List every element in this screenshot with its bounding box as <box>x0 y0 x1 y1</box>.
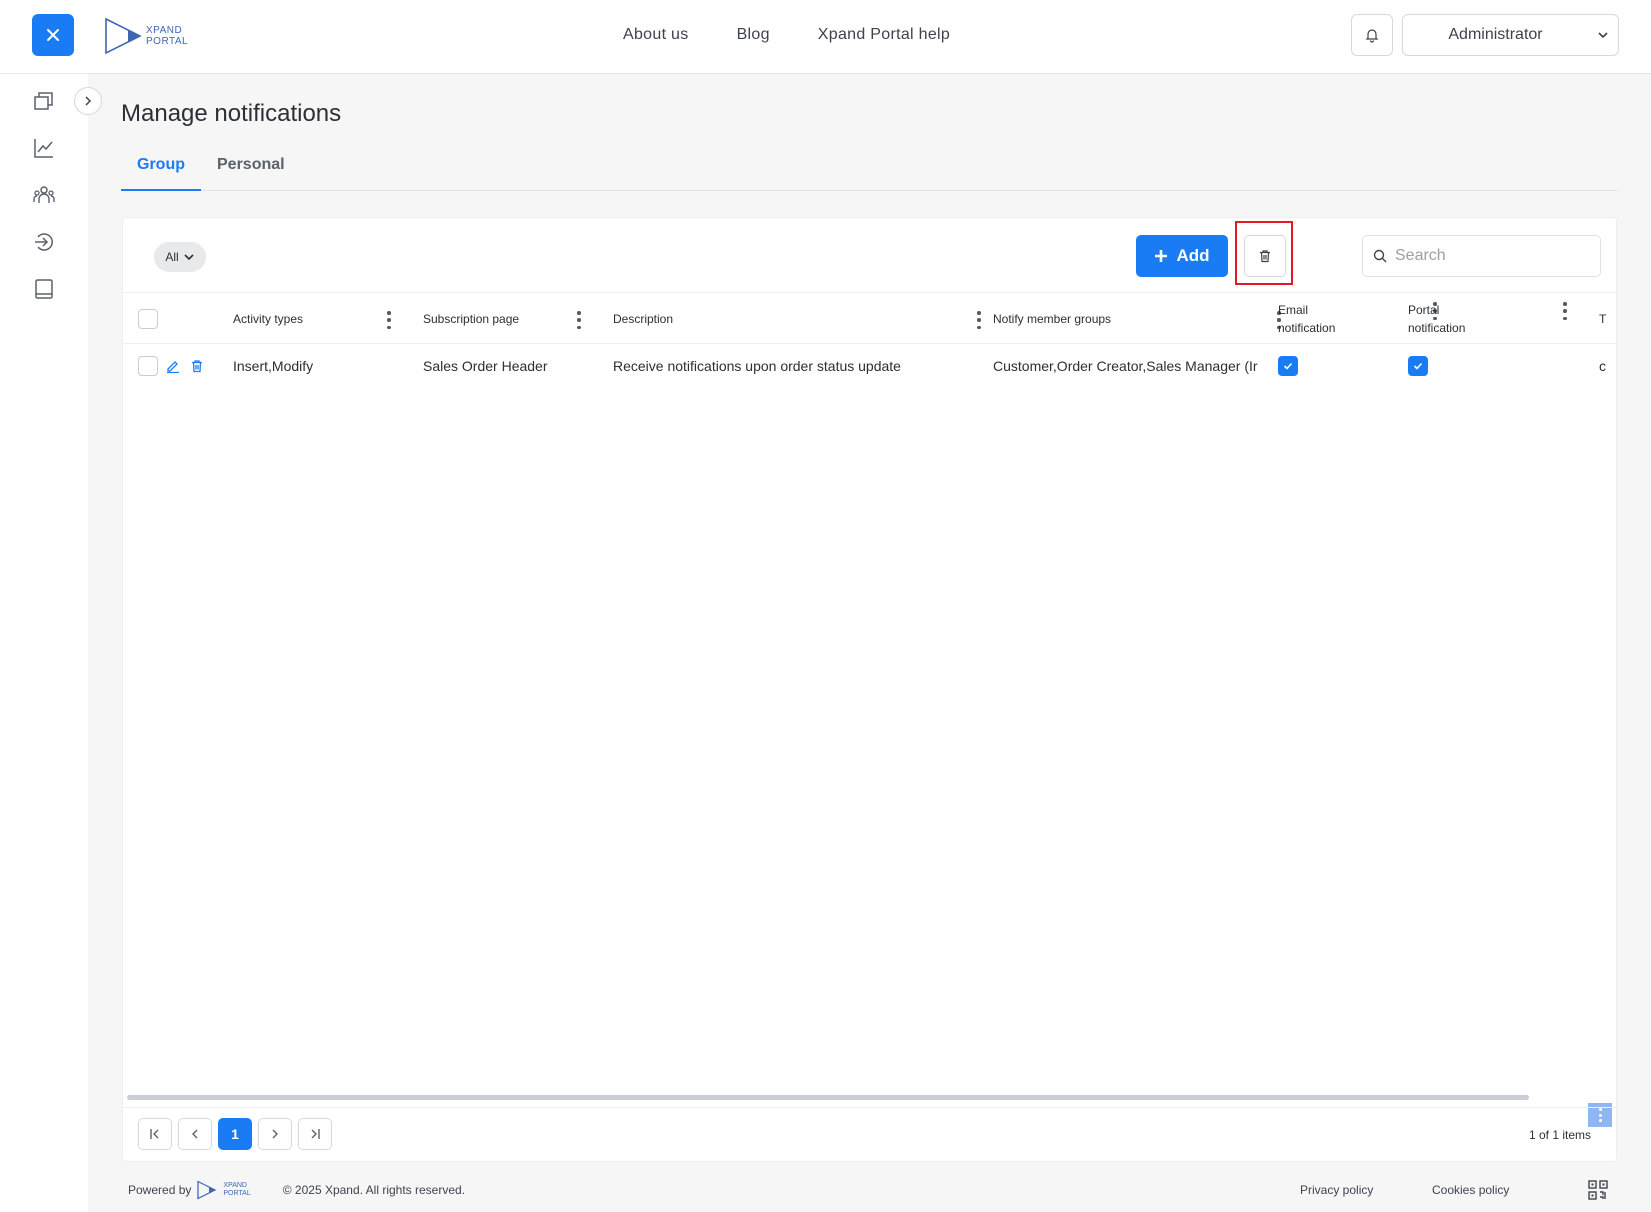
bell-icon <box>1365 29 1379 43</box>
notifications-grid: All Add Activity types Subscription page… <box>122 217 1617 1162</box>
plus-icon <box>1155 250 1168 262</box>
top-nav: About us Blog Xpand Portal help <box>623 26 950 44</box>
cell-description: Receive notifications upon order status … <box>613 358 901 374</box>
col-activity-types-menu[interactable] <box>386 311 392 329</box>
page-title: Manage notifications <box>121 100 342 127</box>
xpand-portal-logo[interactable]: XPAND PORTAL <box>104 16 204 56</box>
col-activity-types[interactable]: Activity types <box>233 293 303 345</box>
delete-selected-button[interactable] <box>1244 235 1286 277</box>
table-header: Activity types Subscription page Descrip… <box>123 292 1616 345</box>
close-icon <box>47 29 59 41</box>
pager-divider <box>123 1107 1616 1108</box>
prev-page-button[interactable] <box>178 1118 212 1150</box>
xpand-logo-icon <box>105 17 142 55</box>
search-icon <box>1373 249 1387 263</box>
nav-blog[interactable]: Blog <box>737 26 770 44</box>
page-number-button[interactable]: 1 <box>218 1118 252 1150</box>
powered-by: Powered by XPAND PORTAL <box>128 1180 251 1200</box>
last-page-button[interactable] <box>298 1118 332 1150</box>
portal-notification-checkbox[interactable] <box>1408 356 1428 376</box>
expand-sidebar-button[interactable] <box>74 87 102 115</box>
search-box <box>1362 235 1601 277</box>
col-subscription-page[interactable]: Subscription page <box>423 293 519 345</box>
chevron-right-icon <box>85 96 92 106</box>
email-notification-checkbox[interactable] <box>1278 356 1298 376</box>
documents-icon[interactable] <box>32 89 56 113</box>
check-icon <box>1283 362 1293 370</box>
pagination: 1 <box>138 1118 332 1150</box>
cell-next-partial: c <box>1599 358 1606 374</box>
edit-row-button[interactable] <box>166 344 180 388</box>
tab-group[interactable]: Group <box>121 148 201 191</box>
pencil-icon <box>167 361 179 373</box>
chevron-right-icon <box>272 1129 278 1139</box>
col-description-menu[interactable] <box>976 311 982 329</box>
check-icon <box>1413 362 1423 370</box>
col-notify-member-groups[interactable]: Notify member groups <box>993 293 1111 345</box>
filter-label: All <box>165 250 179 264</box>
footer: Powered by XPAND PORTAL © 2025 Xpand. Al… <box>128 1175 1617 1205</box>
privacy-policy-link[interactable]: Privacy policy <box>1300 1183 1373 1197</box>
col-next-partial[interactable]: T <box>1599 293 1606 345</box>
first-page-button[interactable] <box>138 1118 172 1150</box>
cookies-policy-link[interactable]: Cookies policy <box>1432 1183 1509 1197</box>
nav-about-us[interactable]: About us <box>623 26 689 44</box>
col-portal-notification-menu[interactable] <box>1562 302 1568 320</box>
xpand-logo-icon <box>197 1180 217 1200</box>
close-menu-button[interactable] <box>32 14 74 56</box>
chevron-down-icon <box>1588 28 1618 42</box>
col-description[interactable]: Description <box>613 293 673 345</box>
col-email-notification[interactable]: Email notification <box>1278 293 1335 345</box>
chart-icon[interactable] <box>32 136 56 160</box>
tabs: Group Personal <box>121 148 1617 191</box>
notifications-button[interactable] <box>1351 14 1393 56</box>
qr-code-icon[interactable] <box>1588 1180 1608 1203</box>
last-page-icon <box>311 1129 320 1139</box>
sign-in-icon[interactable] <box>32 230 56 254</box>
user-name: Administrator <box>1448 26 1543 43</box>
top-header: XPAND PORTAL About us Blog Xpand Portal … <box>0 0 1651 74</box>
chevron-down-icon <box>184 254 194 261</box>
tab-personal[interactable]: Personal <box>201 148 301 191</box>
col-portal-notification[interactable]: Portal notification <box>1408 293 1465 345</box>
cell-notify-member-groups: Customer,Order Creator,Sales Manager (Ir <box>993 358 1258 374</box>
first-page-icon <box>150 1129 159 1139</box>
nav-portal-help[interactable]: Xpand Portal help <box>818 26 950 44</box>
book-icon[interactable] <box>32 277 56 301</box>
row-checkbox[interactable] <box>138 356 158 376</box>
add-button-label: Add <box>1176 246 1210 265</box>
footer-logo-text: XPAND PORTAL <box>223 1182 251 1197</box>
table-row: Insert,Modify Sales Order Header Receive… <box>123 344 1616 388</box>
users-group-icon[interactable] <box>32 183 56 207</box>
next-page-button[interactable] <box>258 1118 292 1150</box>
cell-subscription-page: Sales Order Header <box>423 358 548 374</box>
copyright: © 2025 Xpand. All rights reserved. <box>282 1183 466 1197</box>
search-input[interactable] <box>1395 247 1585 265</box>
delete-row-button[interactable] <box>190 344 204 388</box>
powered-by-label: Powered by <box>128 1183 192 1197</box>
user-dropdown[interactable]: Administrator <box>1402 14 1619 56</box>
filter-dropdown[interactable]: All <box>154 242 206 272</box>
trash-icon <box>1260 250 1270 263</box>
add-button[interactable]: Add <box>1136 235 1228 277</box>
items-count: 1 of 1 items <box>1529 1128 1592 1142</box>
chevron-left-icon <box>192 1129 198 1139</box>
sidebar <box>0 74 88 1212</box>
kebab-icon <box>1597 1108 1603 1122</box>
select-all-checkbox[interactable] <box>138 309 158 329</box>
logo-text: XPAND PORTAL <box>146 25 189 47</box>
horizontal-scrollbar[interactable] <box>127 1095 1529 1100</box>
col-subscription-page-menu[interactable] <box>576 311 582 329</box>
trash-icon <box>192 360 202 373</box>
cell-activity-types: Insert,Modify <box>233 358 314 374</box>
